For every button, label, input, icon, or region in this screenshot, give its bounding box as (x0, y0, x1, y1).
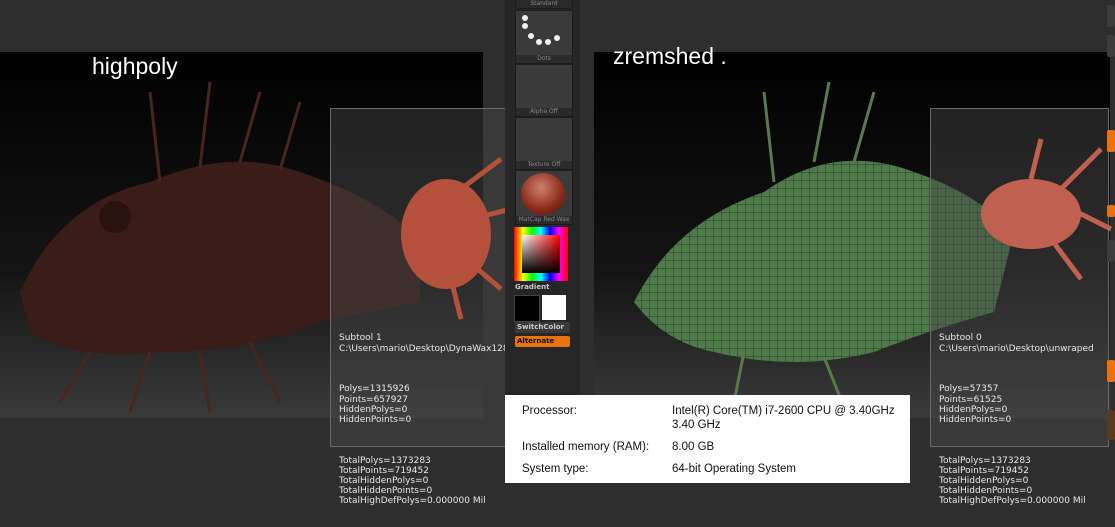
main-color-swatch[interactable] (514, 295, 540, 322)
system-type-label: System type: (522, 463, 589, 475)
subtool-stats-left: Subtool 1 C:\Users\mario\Desktop\DynaWax1… (339, 333, 509, 507)
subtool-stats-right: Subtool 0 C:\Users\mario\Desktop\unwraped… (939, 333, 1094, 507)
processor-speed: 3.40 GHz (672, 419, 721, 431)
secondary-color-swatch[interactable] (542, 295, 566, 320)
memory-value: 8.00 GB (672, 441, 715, 453)
side-button-active[interactable] (1107, 360, 1115, 382)
brush-button[interactable]: Standard (515, 0, 573, 9)
alternate-button[interactable]: Alternate (515, 336, 570, 347)
side-button[interactable] (1107, 5, 1115, 27)
highpoly-label: highpoly (92, 53, 178, 79)
zremeshed-label: zremshed . (613, 43, 727, 69)
system-info-panel: Processor: Intel(R) Core(TM) i7-2600 CPU… (505, 395, 910, 483)
side-button-active[interactable] (1107, 130, 1115, 152)
switch-color-button[interactable]: SwitchColor (515, 322, 570, 333)
gradient-label[interactable]: Gradient (515, 283, 549, 291)
side-button-active[interactable] (1107, 205, 1115, 217)
color-picker[interactable] (514, 227, 568, 281)
texture-button[interactable]: Texture Off (515, 117, 573, 170)
subtool-info-panel-right: Subtool 0 C:\Users\mario\Desktop\unwraped… (930, 108, 1113, 506)
alpha-button[interactable]: Alpha Off (515, 64, 573, 117)
tool-column: Standard Dots Alpha Off Texture Off MatC… (505, 0, 580, 395)
processor-value: Intel(R) Core(TM) i7-2600 CPU @ 3.40GHz (672, 405, 895, 417)
side-button[interactable] (1107, 35, 1115, 57)
thumbnail-zremeshed (981, 138, 1113, 281)
subtool-info-panel-left: Subtool 1 C:\Users\mario\Desktop\DynaWax1… (330, 108, 512, 506)
memory-label: Installed memory (RAM): (522, 441, 650, 453)
system-type-value: 64-bit Operating System (672, 463, 797, 475)
stroke-button[interactable]: Dots (515, 10, 573, 64)
material-button[interactable]: MatCap Red Wax (515, 170, 573, 225)
processor-label: Processor: (522, 405, 577, 417)
side-button[interactable] (1107, 410, 1115, 440)
side-button[interactable] (1107, 240, 1115, 262)
